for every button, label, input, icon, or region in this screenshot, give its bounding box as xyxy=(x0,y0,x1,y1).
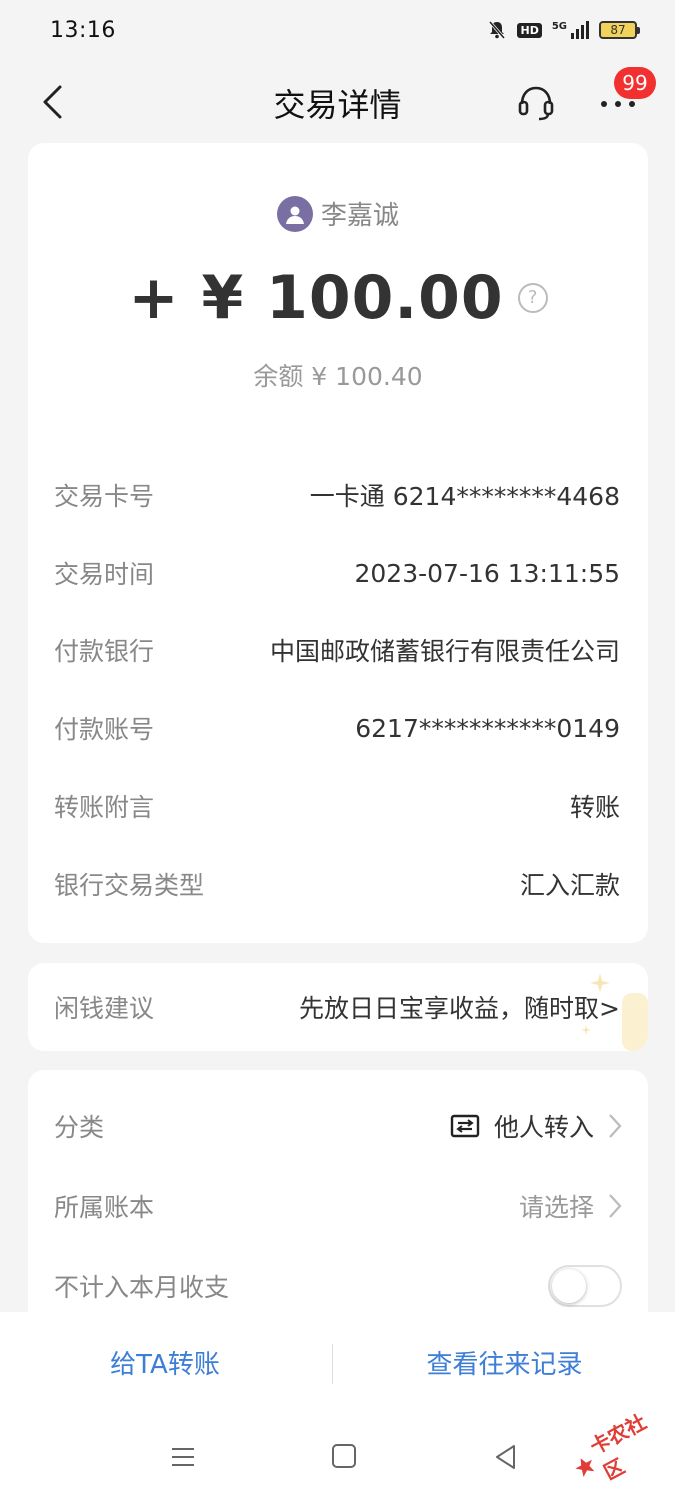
transaction-card: 李嘉诚 + ¥ 100.00 ? 余额 ¥ 100.40 交易卡号 一卡通 62… xyxy=(28,143,648,943)
toggle-knob xyxy=(552,1269,586,1303)
detail-row-transaction-type: 银行交易类型 汇入汇款 xyxy=(54,864,620,904)
status-bar: 13:16 HD 5G 87 xyxy=(0,0,675,60)
chevron-right-icon xyxy=(609,1194,622,1218)
signal-icon: 5G xyxy=(552,21,589,39)
classification-card: 分类 他人转入 所属账本 请选择 不计入本月收支 xyxy=(28,1070,648,1330)
detail-value: 汇入汇款 xyxy=(519,871,620,900)
hd-icon: HD xyxy=(517,22,542,38)
detail-value: 一卡通 6214********4468 xyxy=(309,482,620,511)
transfer-icon xyxy=(450,1114,480,1138)
notification-badge: 99 xyxy=(614,67,656,99)
detail-row-note: 转账附言 转账 xyxy=(54,786,620,826)
customer-service-icon[interactable] xyxy=(516,82,556,122)
detail-value: 转账 xyxy=(569,793,620,822)
category-row[interactable]: 分类 他人转入 xyxy=(54,1104,622,1148)
ledger-selector[interactable]: 请选择 xyxy=(519,1188,622,1224)
nav-bar: 交易详情 99 xyxy=(0,62,675,142)
amount-value: + ¥ 100.00 xyxy=(128,263,504,333)
mute-bell-icon xyxy=(489,21,506,39)
network-type-label: 5G xyxy=(551,21,567,32)
detail-label: 转账附言 xyxy=(54,793,155,822)
idle-money-row[interactable]: 闲钱建议 先放日日宝享收益，随时取> xyxy=(54,987,620,1027)
detail-label: 银行交易类型 xyxy=(54,871,205,900)
help-icon[interactable]: ? xyxy=(517,283,548,313)
ledger-value: 请选择 xyxy=(518,1193,594,1222)
detail-row-payer-account: 付款账号 6217***********0149 xyxy=(54,708,620,748)
exclude-toggle[interactable] xyxy=(548,1265,622,1307)
idle-money-card[interactable]: 闲钱建议 先放日日宝享收益，随时取> xyxy=(28,963,648,1051)
category-selector[interactable]: 他人转入 xyxy=(450,1108,622,1144)
category-value: 他人转入 xyxy=(493,1113,594,1142)
detail-label: 交易卡号 xyxy=(54,482,155,511)
detail-label: 交易时间 xyxy=(54,560,155,589)
status-time: 13:16 xyxy=(50,17,116,43)
transfer-to-them-button[interactable]: 给TA转账 xyxy=(0,1312,330,1412)
system-back-icon[interactable] xyxy=(494,1444,518,1470)
detail-label: 付款银行 xyxy=(54,637,155,666)
detail-value: 中国邮政储蓄银行有限责任公司 xyxy=(269,637,620,666)
balance-text: 余额 ¥ 100.40 xyxy=(253,362,423,391)
home-button-icon[interactable] xyxy=(332,1444,356,1468)
idle-money-link[interactable]: 先放日日宝享收益，随时取> xyxy=(299,989,620,1025)
avatar xyxy=(276,195,313,232)
chevron-right-icon xyxy=(609,1114,622,1138)
action-bar: 给TA转账 查看往来记录 xyxy=(0,1312,675,1412)
page-title: 交易详情 xyxy=(273,86,402,124)
payer-name: 李嘉诚 xyxy=(320,201,399,231)
user-icon xyxy=(285,206,304,224)
action-divider xyxy=(332,1344,333,1384)
exclude-row: 不计入本月收支 xyxy=(54,1264,622,1308)
detail-value: 6217***********0149 xyxy=(355,713,620,743)
detail-row-card-number: 交易卡号 一卡通 6214********4468 xyxy=(54,475,620,515)
idle-money-label: 闲钱建议 xyxy=(54,994,155,1023)
view-history-button[interactable]: 查看往来记录 xyxy=(334,1312,675,1412)
battery-icon: 87 xyxy=(599,21,640,39)
detail-row-payer-bank: 付款银行 中国邮政储蓄银行有限责任公司 xyxy=(54,630,620,670)
exclude-label: 不计入本月收支 xyxy=(54,1273,230,1302)
ledger-row[interactable]: 所属账本 请选择 xyxy=(54,1184,622,1228)
detail-label: 付款账号 xyxy=(54,715,155,744)
payer: 李嘉诚 xyxy=(28,195,648,232)
battery-level: 87 xyxy=(610,23,626,37)
detail-value: 2023-07-16 13:11:55 xyxy=(354,558,620,588)
category-label: 分类 xyxy=(54,1113,105,1142)
recent-apps-icon[interactable] xyxy=(170,1446,196,1468)
detail-row-time: 交易时间 2023-07-16 13:11:55 xyxy=(54,553,620,593)
amount: + ¥ 100.00 ? xyxy=(28,263,648,333)
ledger-label: 所属账本 xyxy=(54,1193,155,1222)
status-icons: HD 5G 87 xyxy=(487,20,640,40)
